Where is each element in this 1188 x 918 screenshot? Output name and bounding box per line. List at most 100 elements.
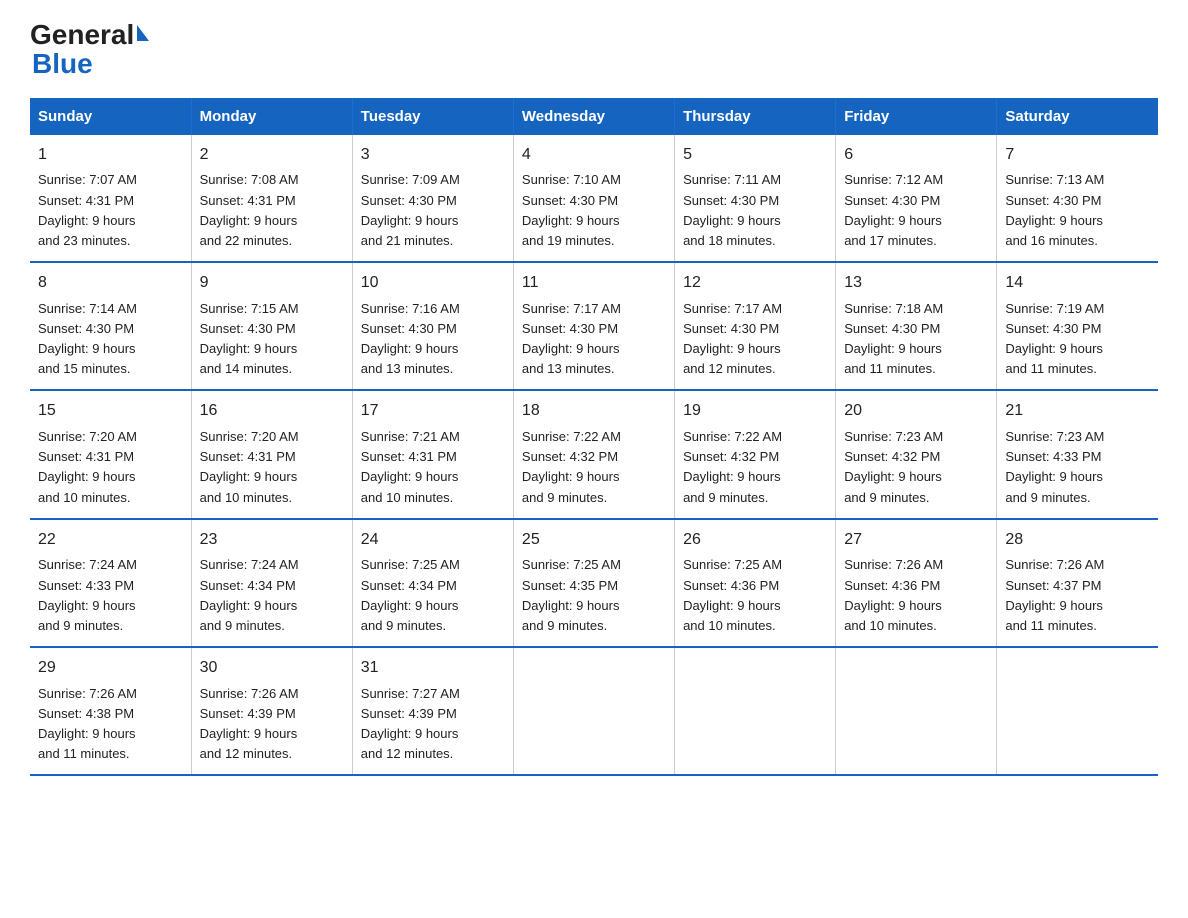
- day-info: Sunrise: 7:14 AMSunset: 4:30 PMDaylight:…: [38, 299, 183, 380]
- calendar-day-cell: 12 Sunrise: 7:17 AMSunset: 4:30 PMDayligh…: [675, 262, 836, 390]
- calendar-day-cell: 1Sunrise: 7:07 AMSunset: 4:31 PMDaylight…: [30, 135, 191, 262]
- header-saturday: Saturday: [997, 98, 1158, 135]
- day-info: Sunrise: 7:08 AMSunset: 4:31 PMDaylight:…: [200, 170, 344, 251]
- logo: General Blue: [30, 20, 149, 80]
- day-number: 30: [200, 656, 344, 681]
- calendar-day-cell: 7Sunrise: 7:13 AMSunset: 4:30 PMDaylight…: [997, 135, 1158, 262]
- day-info: Sunrise: 7:26 AMSunset: 4:37 PMDaylight:…: [1005, 555, 1150, 636]
- day-number: 6: [844, 143, 988, 168]
- calendar-day-cell: 10 Sunrise: 7:16 AMSunset: 4:30 PMDayligh…: [352, 262, 513, 390]
- calendar-header-row: SundayMondayTuesdayWednesdayThursdayFrid…: [30, 98, 1158, 135]
- calendar-day-cell: 6Sunrise: 7:12 AMSunset: 4:30 PMDaylight…: [836, 135, 997, 262]
- calendar-week-row: 22Sunrise: 7:24 AMSunset: 4:33 PMDayligh…: [30, 519, 1158, 647]
- day-info: Sunrise: 7:26 AMSunset: 4:36 PMDaylight:…: [844, 555, 988, 636]
- day-number: 31: [361, 656, 505, 681]
- day-number: 11: [522, 271, 666, 296]
- day-number: 13: [844, 271, 988, 296]
- calendar-day-cell: 13 Sunrise: 7:18 AMSunset: 4:30 PMDayligh…: [836, 262, 997, 390]
- calendar-day-cell: 9 Sunrise: 7:15 AMSunset: 4:30 PMDaylight…: [191, 262, 352, 390]
- header-sunday: Sunday: [30, 98, 191, 135]
- day-info: Sunrise: 7:25 AMSunset: 4:34 PMDaylight:…: [361, 555, 505, 636]
- calendar-day-cell: 28Sunrise: 7:26 AMSunset: 4:37 PMDayligh…: [997, 519, 1158, 647]
- day-number: 29: [38, 656, 183, 681]
- calendar-day-cell: 30 Sunrise: 7:26 AMSunset: 4:39 PMDayligh…: [191, 647, 352, 775]
- day-info: Sunrise: 7:23 AMSunset: 4:33 PMDaylight:…: [1005, 427, 1150, 508]
- day-number: 4: [522, 143, 666, 168]
- day-number: 5: [683, 143, 827, 168]
- day-number: 28: [1005, 528, 1150, 553]
- calendar-empty-cell: [836, 647, 997, 775]
- day-info: Sunrise: 7:20 AMSunset: 4:31 PMDaylight:…: [38, 427, 183, 508]
- day-number: 21: [1005, 399, 1150, 424]
- calendar-day-cell: 23Sunrise: 7:24 AMSunset: 4:34 PMDayligh…: [191, 519, 352, 647]
- header-tuesday: Tuesday: [352, 98, 513, 135]
- day-info: Sunrise: 7:22 AMSunset: 4:32 PMDaylight:…: [683, 427, 827, 508]
- day-info: Sunrise: 7:15 AMSunset: 4:30 PMDaylight:…: [200, 299, 344, 380]
- day-number: 1: [38, 143, 183, 168]
- calendar-empty-cell: [997, 647, 1158, 775]
- logo-blue: Blue: [32, 49, 93, 80]
- calendar-empty-cell: [675, 647, 836, 775]
- day-number: 8: [38, 271, 183, 296]
- day-number: 27: [844, 528, 988, 553]
- day-info: Sunrise: 7:07 AMSunset: 4:31 PMDaylight:…: [38, 170, 183, 251]
- day-info: Sunrise: 7:17 AMSunset: 4:30 PMDaylight:…: [522, 299, 666, 380]
- day-info: Sunrise: 7:26 AMSunset: 4:39 PMDaylight:…: [200, 684, 344, 765]
- calendar-day-cell: 19Sunrise: 7:22 AMSunset: 4:32 PMDayligh…: [675, 390, 836, 518]
- calendar-day-cell: 24Sunrise: 7:25 AMSunset: 4:34 PMDayligh…: [352, 519, 513, 647]
- day-number: 17: [361, 399, 505, 424]
- day-number: 24: [361, 528, 505, 553]
- day-info: Sunrise: 7:16 AMSunset: 4:30 PMDaylight:…: [361, 299, 505, 380]
- calendar-day-cell: 17 Sunrise: 7:21 AMSunset: 4:31 PMDayligh…: [352, 390, 513, 518]
- day-number: 2: [200, 143, 344, 168]
- day-info: Sunrise: 7:18 AMSunset: 4:30 PMDaylight:…: [844, 299, 988, 380]
- day-info: Sunrise: 7:21 AMSunset: 4:31 PMDaylight:…: [361, 427, 505, 508]
- calendar-day-cell: 3Sunrise: 7:09 AMSunset: 4:30 PMDaylight…: [352, 135, 513, 262]
- calendar-day-cell: 8 Sunrise: 7:14 AMSunset: 4:30 PMDaylight…: [30, 262, 191, 390]
- day-number: 12: [683, 271, 827, 296]
- day-info: Sunrise: 7:17 AMSunset: 4:30 PMDaylight:…: [683, 299, 827, 380]
- day-number: 25: [522, 528, 666, 553]
- day-number: 23: [200, 528, 344, 553]
- calendar-day-cell: 15 Sunrise: 7:20 AMSunset: 4:31 PMDayligh…: [30, 390, 191, 518]
- calendar-day-cell: 4Sunrise: 7:10 AMSunset: 4:30 PMDaylight…: [513, 135, 674, 262]
- calendar-empty-cell: [513, 647, 674, 775]
- day-info: Sunrise: 7:26 AMSunset: 4:38 PMDaylight:…: [38, 684, 183, 765]
- day-number: 15: [38, 399, 183, 424]
- day-info: Sunrise: 7:22 AMSunset: 4:32 PMDaylight:…: [522, 427, 666, 508]
- day-info: Sunrise: 7:09 AMSunset: 4:30 PMDaylight:…: [361, 170, 505, 251]
- calendar-day-cell: 5Sunrise: 7:11 AMSunset: 4:30 PMDaylight…: [675, 135, 836, 262]
- day-number: 16: [200, 399, 344, 424]
- day-info: Sunrise: 7:10 AMSunset: 4:30 PMDaylight:…: [522, 170, 666, 251]
- header-wednesday: Wednesday: [513, 98, 674, 135]
- header-monday: Monday: [191, 98, 352, 135]
- calendar-week-row: 1Sunrise: 7:07 AMSunset: 4:31 PMDaylight…: [30, 135, 1158, 262]
- day-info: Sunrise: 7:27 AMSunset: 4:39 PMDaylight:…: [361, 684, 505, 765]
- calendar-day-cell: 14Sunrise: 7:19 AMSunset: 4:30 PMDayligh…: [997, 262, 1158, 390]
- calendar-week-row: 15 Sunrise: 7:20 AMSunset: 4:31 PMDayligh…: [30, 390, 1158, 518]
- day-info: Sunrise: 7:25 AMSunset: 4:36 PMDaylight:…: [683, 555, 827, 636]
- calendar-day-cell: 26Sunrise: 7:25 AMSunset: 4:36 PMDayligh…: [675, 519, 836, 647]
- calendar-day-cell: 11 Sunrise: 7:17 AMSunset: 4:30 PMDayligh…: [513, 262, 674, 390]
- day-info: Sunrise: 7:11 AMSunset: 4:30 PMDaylight:…: [683, 170, 827, 251]
- day-number: 22: [38, 528, 183, 553]
- calendar-day-cell: 18 Sunrise: 7:22 AMSunset: 4:32 PMDayligh…: [513, 390, 674, 518]
- day-number: 9: [200, 271, 344, 296]
- day-info: Sunrise: 7:23 AMSunset: 4:32 PMDaylight:…: [844, 427, 988, 508]
- calendar-day-cell: 16 Sunrise: 7:20 AMSunset: 4:31 PMDayligh…: [191, 390, 352, 518]
- calendar-day-cell: 2Sunrise: 7:08 AMSunset: 4:31 PMDaylight…: [191, 135, 352, 262]
- day-info: Sunrise: 7:20 AMSunset: 4:31 PMDaylight:…: [200, 427, 344, 508]
- day-number: 26: [683, 528, 827, 553]
- calendar-day-cell: 29 Sunrise: 7:26 AMSunset: 4:38 PMDayligh…: [30, 647, 191, 775]
- calendar-day-cell: 25Sunrise: 7:25 AMSunset: 4:35 PMDayligh…: [513, 519, 674, 647]
- header-thursday: Thursday: [675, 98, 836, 135]
- day-info: Sunrise: 7:24 AMSunset: 4:33 PMDaylight:…: [38, 555, 183, 636]
- calendar-day-cell: 20Sunrise: 7:23 AMSunset: 4:32 PMDayligh…: [836, 390, 997, 518]
- calendar-week-row: 8 Sunrise: 7:14 AMSunset: 4:30 PMDaylight…: [30, 262, 1158, 390]
- calendar-day-cell: 31 Sunrise: 7:27 AMSunset: 4:39 PMDayligh…: [352, 647, 513, 775]
- day-number: 18: [522, 399, 666, 424]
- calendar-day-cell: 27Sunrise: 7:26 AMSunset: 4:36 PMDayligh…: [836, 519, 997, 647]
- day-info: Sunrise: 7:12 AMSunset: 4:30 PMDaylight:…: [844, 170, 988, 251]
- day-number: 10: [361, 271, 505, 296]
- page-header: General Blue: [30, 20, 1158, 80]
